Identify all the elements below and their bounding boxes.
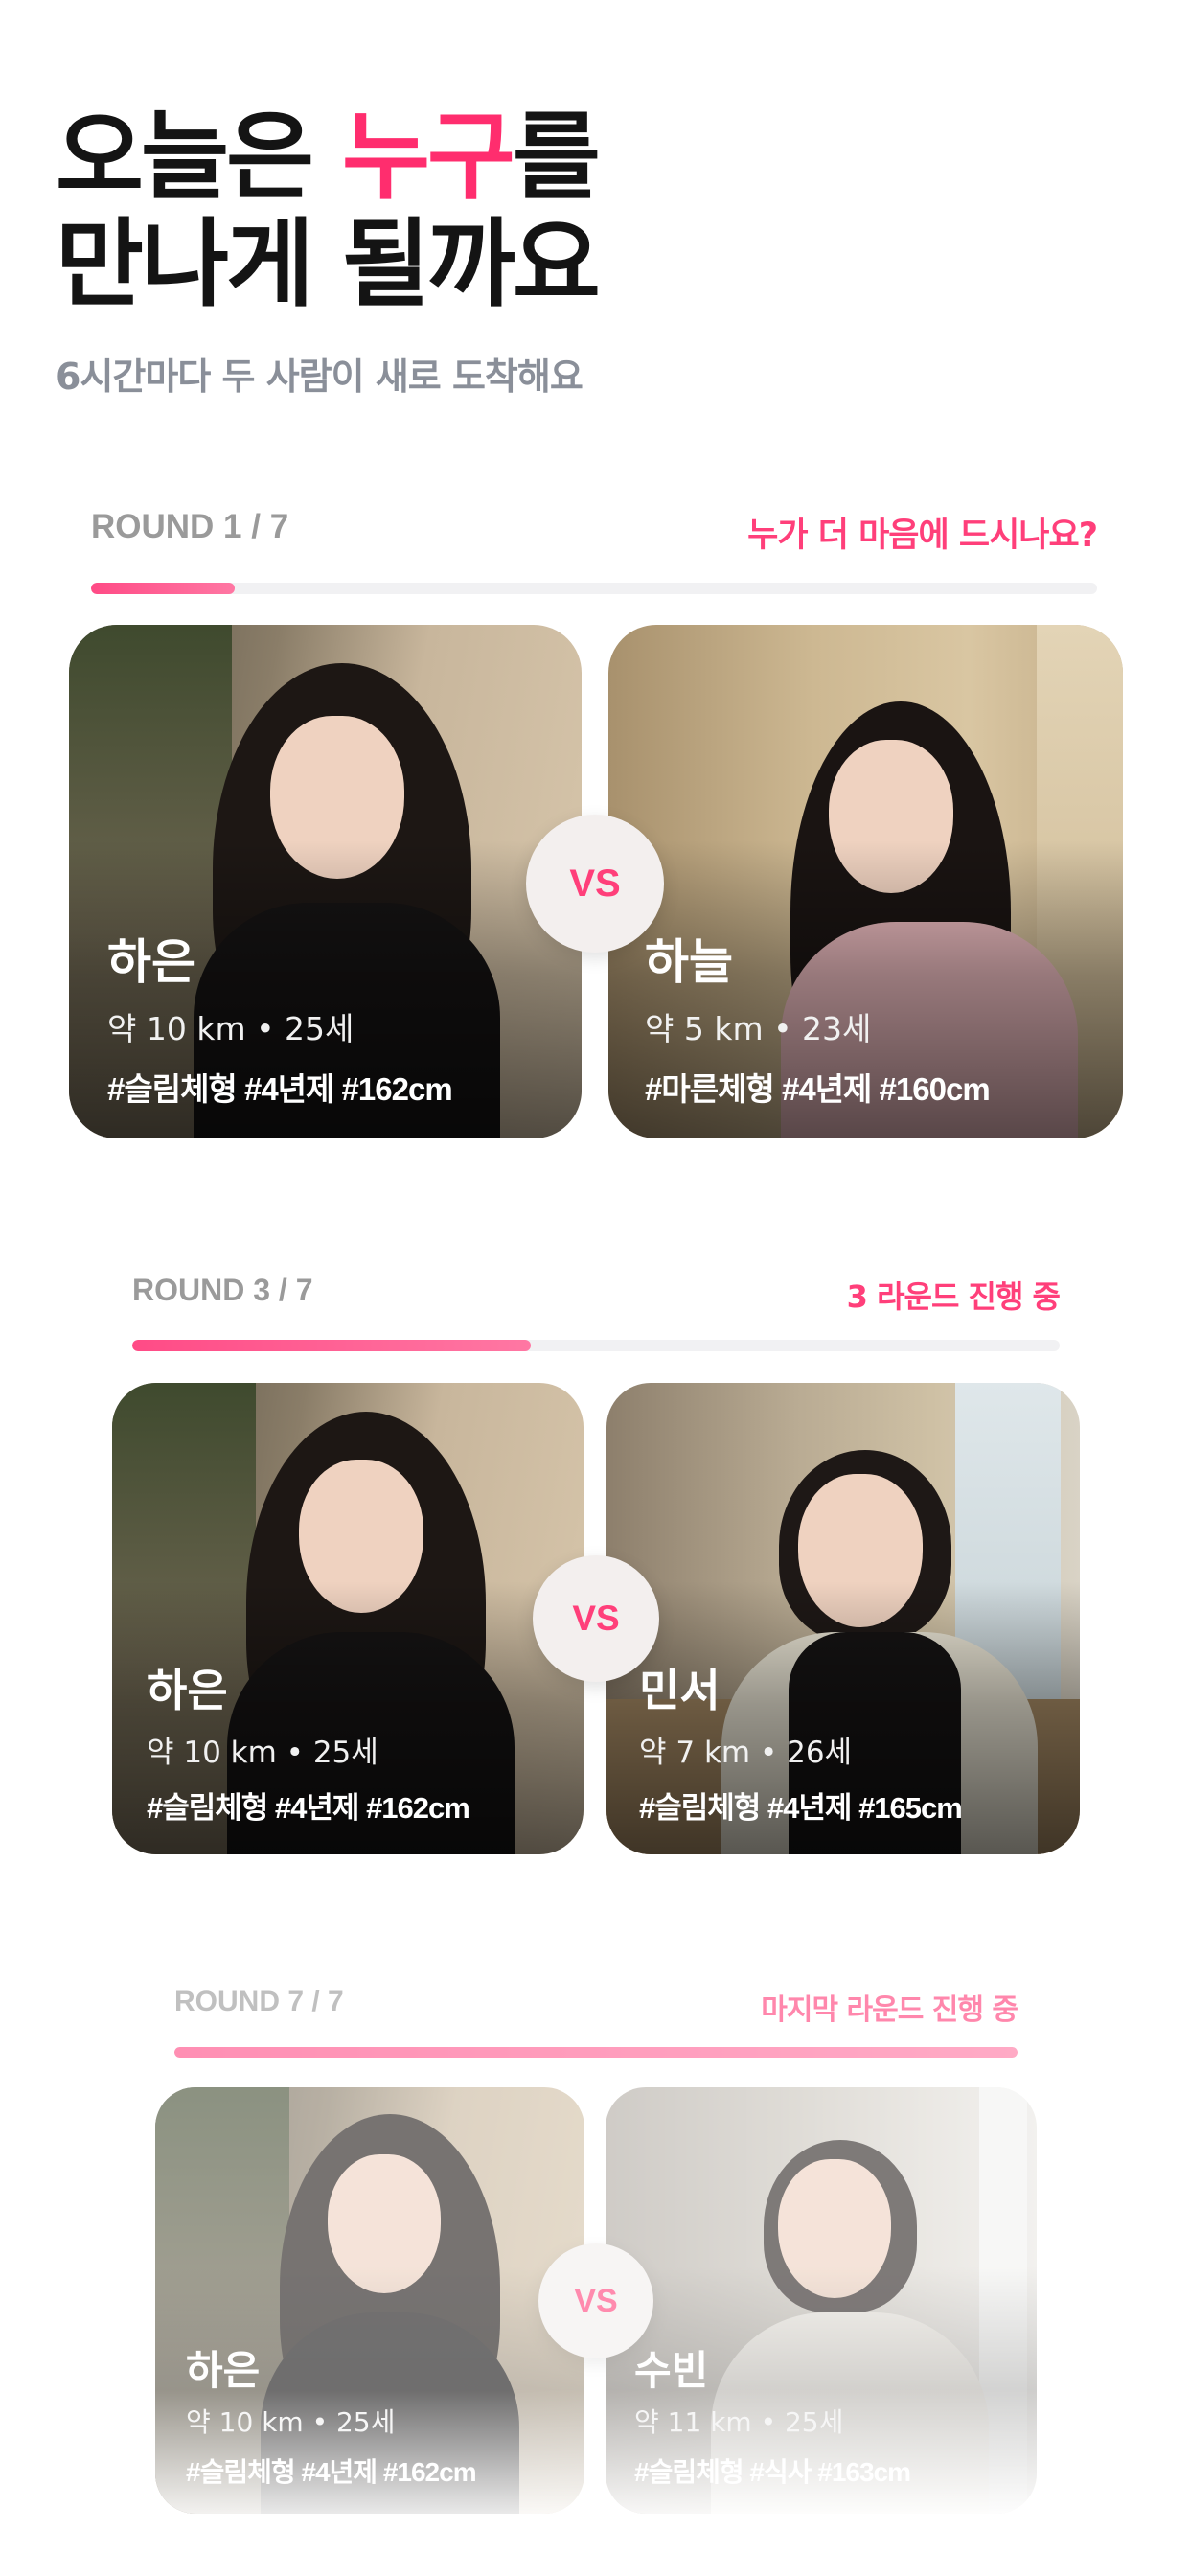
profile-name: 하은 [147, 1665, 228, 1716]
profile-tags: #마른체형 #4년제 #160cm [645, 1071, 991, 1107]
match-pair-1: 하은 약 10 km • 25세 #슬림체형 #4년제 #162cm 하늘 약 … [69, 625, 1123, 1138]
round-progress-fill [91, 583, 236, 594]
profile-meta: 약 11 km • 25세 [634, 2406, 844, 2438]
profile-meta: 약 10 km • 25세 [107, 1010, 355, 1047]
hero: 오늘은 누구를 만나게 될까요 6시간마다 두 사람이 새로 도착해요 [56, 101, 601, 400]
profile-card-left[interactable]: 하은 약 10 km • 25세 #슬림체형 #4년제 #162cm [112, 1383, 584, 1854]
profile-name: 민서 [639, 1665, 721, 1716]
match-pair-2: 하은 약 10 km • 25세 #슬림체형 #4년제 #162cm 민서 약 … [112, 1383, 1080, 1854]
round-progress-bar [91, 583, 1097, 594]
round-label: ROUND 7 / 7 [174, 1986, 344, 2017]
round-progress-fill [132, 1340, 532, 1351]
profile-name: 하늘 [645, 934, 733, 990]
match-pair-3: 하은 약 10 km • 25세 #슬림체형 #4년제 #162cm 수빈 약 … [155, 2087, 1037, 2514]
page-subtitle: 6시간마다 두 사람이 새로 도착해요 [56, 356, 584, 398]
vs-badge: VS [526, 815, 664, 953]
round-prompt: 3 라운드 진행 중 [846, 1278, 1061, 1315]
round-section-2: ROUND 3 / 7 3 라운드 진행 중 [132, 1273, 1061, 1351]
round-progress-bar [132, 1340, 1060, 1351]
profile-card-left[interactable]: 하은 약 10 km • 25세 #슬림체형 #4년제 #162cm [155, 2087, 584, 2514]
profile-meta: 약 7 km • 26세 [639, 1736, 853, 1770]
round-prompt: 마지막 라운드 진행 중 [761, 1993, 1018, 2027]
round-section-3: ROUND 7 / 7 마지막 라운드 진행 중 [174, 1986, 1018, 2058]
profile-meta: 약 10 km • 25세 [186, 2406, 396, 2438]
round-label: ROUND 3 / 7 [132, 1273, 313, 1307]
profile-name: 하은 [186, 2347, 261, 2394]
profile-tags: #슬림체형 #4년제 #162cm [186, 2457, 477, 2487]
profile-meta: 약 5 km • 23세 [645, 1010, 872, 1047]
profile-tags: #슬림체형 #식사 #163cm [634, 2457, 911, 2487]
profile-tags: #슬림체형 #4년제 #162cm [147, 1791, 470, 1825]
round-label: ROUND 1 / 7 [91, 508, 289, 545]
profile-card-right[interactable]: 수빈 약 11 km • 25세 #슬림체형 #식사 #163cm [606, 2087, 1037, 2514]
page-title: 오늘은 누구를 만나게 될까요 [56, 101, 601, 320]
profile-card-right[interactable]: 하늘 약 5 km • 23세 #마른체형 #4년제 #160cm [608, 625, 1123, 1138]
profile-name: 하은 [107, 934, 195, 990]
title-highlight: 누구 [341, 101, 515, 213]
title-suffix: 를 [512, 101, 601, 213]
round-section-1: ROUND 1 / 7 누가 더 마음에 드시나요? [91, 508, 1098, 594]
round-progress-bar [174, 2047, 1018, 2058]
round-prompt: 누가 더 마음에 드시나요? [747, 517, 1098, 555]
vs-badge: VS [533, 1555, 659, 1682]
profile-tags: #슬림체형 #4년제 #165cm [639, 1791, 963, 1825]
profile-card-right[interactable]: 민서 약 7 km • 26세 #슬림체형 #4년제 #165cm [606, 1383, 1080, 1854]
profile-meta: 약 10 km • 25세 [147, 1736, 378, 1770]
profile-name: 수빈 [634, 2347, 709, 2394]
title-line2: 만나게 될까요 [56, 208, 601, 320]
title-prefix: 오늘은 [56, 101, 342, 213]
profile-tags: #슬림체형 #4년제 #162cm [107, 1071, 453, 1107]
round-progress-fill [174, 2047, 1018, 2058]
profile-card-left[interactable]: 하은 약 10 km • 25세 #슬림체형 #4년제 #162cm [69, 625, 582, 1138]
vs-badge: VS [538, 2243, 653, 2358]
